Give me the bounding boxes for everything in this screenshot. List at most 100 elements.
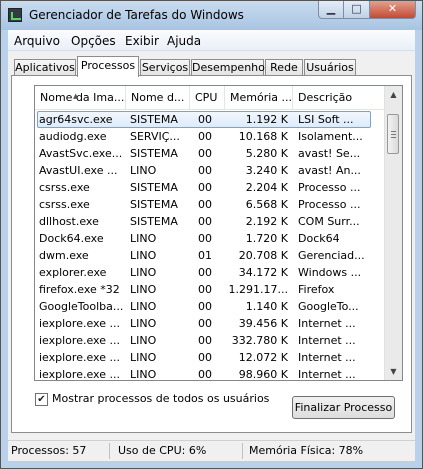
column-cpu-label: CPU [195, 91, 218, 104]
process-row[interactable]: iexplore.exe ... LINO 00 98.960 K Internet .… [35, 366, 387, 381]
menu-ajuda[interactable]: Ajuda [167, 34, 201, 48]
cell-image-name: iexplore.exe ... [39, 334, 120, 347]
cell-memory: 20.708 K [238, 249, 288, 262]
process-row[interactable]: iexplore.exe ... LINO 00 12.072 K Internet .… [35, 349, 387, 366]
cell-image-name: GoogleToolba... [39, 300, 124, 313]
menu-opcoes[interactable]: Opções [71, 34, 116, 48]
status-cpu-usage: Uso de CPU: 6% [118, 444, 207, 457]
cell-description: Firefox [298, 283, 335, 296]
cell-user-name: SERVIÇ... [130, 130, 180, 143]
task-manager-window: Gerenciador de Tarefas do Windows ▁ □ ✕ … [0, 0, 423, 469]
cell-memory: 5.280 K [245, 147, 288, 160]
cell-description: avast! An... [298, 164, 361, 177]
minimize-button[interactable]: ▁ [318, 1, 344, 19]
cell-image-name: iexplore.exe ... [39, 317, 120, 330]
tab-usuarios[interactable]: Usuários [304, 59, 356, 76]
cell-cpu: 00 [198, 215, 212, 228]
scroll-up-arrow-icon[interactable]: ▲ [385, 86, 402, 103]
process-row[interactable]: AvastSvc.exe... SISTEMA 00 5.280 K avast! Se… [35, 145, 387, 162]
cell-user-name: LINO [130, 351, 157, 364]
cell-image-name: agr64svc.exe [39, 113, 113, 126]
process-row[interactable]: firefox.exe *32 LINO 00 1.291.17... Firefox [35, 281, 387, 298]
column-image-name[interactable]: ▲ Nome da Ima... [35, 86, 126, 109]
cell-user-name: LINO [130, 283, 157, 296]
cell-description: Internet ... [298, 368, 356, 381]
process-row[interactable]: audiodg.exe SERVIÇ... 00 10.168 K Isolament.… [35, 128, 387, 145]
cell-user-name: LINO [130, 266, 157, 279]
cell-image-name: audiodg.exe [39, 130, 107, 143]
column-description[interactable]: Descrição [293, 86, 387, 109]
cell-description: Isolament... [298, 130, 363, 143]
cell-description: COM Surr... [298, 215, 360, 228]
cell-user-name: LINO [130, 300, 157, 313]
cell-user-name: SISTEMA [130, 113, 178, 126]
cell-user-name: SISTEMA [130, 215, 178, 228]
process-list[interactable]: ▲ Nome da Ima... Nome d... CPU Memória .… [34, 85, 403, 381]
column-image-name-label: Nome da Ima... [40, 91, 125, 104]
tab-servicos[interactable]: Serviços [140, 59, 190, 76]
task-manager-app-icon[interactable] [8, 8, 22, 22]
cell-cpu: 00 [198, 198, 212, 211]
column-user-name-label: Nome d... [131, 91, 185, 104]
cell-user-name: LINO [130, 317, 157, 330]
cell-description: avast! Se... [298, 147, 361, 160]
tab-rede[interactable]: Rede [265, 59, 303, 76]
tab-aplicativos[interactable]: Aplicativos [14, 59, 76, 76]
process-row[interactable]: agr64svc.exe SISTEMA 00 1.192 K LSI Soft ... [35, 111, 387, 128]
client-area: Arquivo Opções Exibir Ajuda Aplicativos … [8, 30, 415, 461]
cell-memory: 1.720 K [245, 232, 288, 245]
show-all-users-label: Mostrar processos de todos os usuários [52, 392, 270, 405]
show-all-users-checkbox[interactable]: ✔ [35, 393, 48, 406]
caption-buttons: ▁ □ ✕ [318, 1, 416, 20]
cell-description: Windows ... [298, 266, 362, 279]
tab-processos[interactable]: Processos [77, 56, 139, 77]
cell-image-name: firefox.exe *32 [39, 283, 120, 296]
process-row[interactable]: GoogleToolba... LINO 00 1.140 K GoogleTo... [35, 298, 387, 315]
status-physical-memory: Memória Física: 78% [249, 444, 364, 457]
scroll-down-arrow-icon[interactable]: ▼ [385, 363, 402, 380]
column-memory[interactable]: Memória ... [225, 86, 293, 109]
cell-user-name: LINO [130, 164, 157, 177]
cell-cpu: 00 [198, 334, 212, 347]
tab-strip: Aplicativos Processos Serviços Desempenh… [8, 52, 415, 77]
cell-memory: 1.291.17... [228, 283, 288, 296]
process-row[interactable]: csrss.exe SISTEMA 00 2.204 K Processo ... [35, 179, 387, 196]
scroll-thumb[interactable] [387, 114, 399, 154]
cell-cpu: 00 [198, 130, 212, 143]
tab-desempenho[interactable]: Desempenho [191, 59, 265, 76]
cell-cpu: 00 [198, 164, 212, 177]
process-row[interactable]: AvastUI.exe ... LINO 00 3.240 K avast! An... [35, 162, 387, 179]
column-memory-label: Memória ... [230, 91, 293, 104]
cell-description: Processo ... [298, 198, 361, 211]
title-bar[interactable]: Gerenciador de Tarefas do Windows ▁ □ ✕ [1, 1, 422, 30]
column-cpu[interactable]: CPU [190, 86, 225, 109]
maximize-button[interactable]: □ [344, 1, 370, 19]
close-button[interactable]: ✕ [370, 1, 416, 19]
status-divider [109, 443, 110, 459]
cell-image-name: csrss.exe [39, 181, 90, 194]
cell-memory: 1.140 K [245, 300, 288, 313]
end-process-button[interactable]: Finalizar Processo [292, 396, 395, 419]
process-row[interactable]: csrss.exe SISTEMA 00 6.568 K Processo ... [35, 196, 387, 213]
menu-exibir[interactable]: Exibir [125, 34, 159, 48]
process-row[interactable]: explorer.exe LINO 00 34.172 K Windows ... [35, 264, 387, 281]
column-user-name[interactable]: Nome d... [126, 86, 190, 109]
cell-image-name: csrss.exe [39, 198, 90, 211]
process-row[interactable]: dwm.exe LINO 01 20.708 K Gerenciad... [35, 247, 387, 264]
process-row[interactable]: iexplore.exe ... LINO 00 332.780 K Internet … [35, 332, 387, 349]
cell-cpu: 00 [198, 368, 212, 381]
cell-cpu: 01 [198, 249, 212, 262]
menu-arquivo[interactable]: Arquivo [14, 34, 60, 48]
cell-description: Processo ... [298, 181, 361, 194]
process-row[interactable]: iexplore.exe ... LINO 00 39.456 K Internet .… [35, 315, 387, 332]
process-row[interactable]: Dock64.exe LINO 00 1.720 K Dock64 [35, 230, 387, 247]
process-row[interactable]: dllhost.exe SISTEMA 00 2.192 K COM Surr... [35, 213, 387, 230]
status-divider [242, 443, 243, 459]
cell-description: Internet ... [298, 334, 356, 347]
cell-cpu: 00 [198, 232, 212, 245]
vertical-scrollbar[interactable]: ▲ ▼ [384, 86, 402, 380]
cell-cpu: 00 [198, 351, 212, 364]
menu-bar: Arquivo Opções Exibir Ajuda [8, 30, 415, 51]
cell-user-name: LINO [130, 232, 157, 245]
cell-memory: 1.192 K [245, 113, 288, 126]
